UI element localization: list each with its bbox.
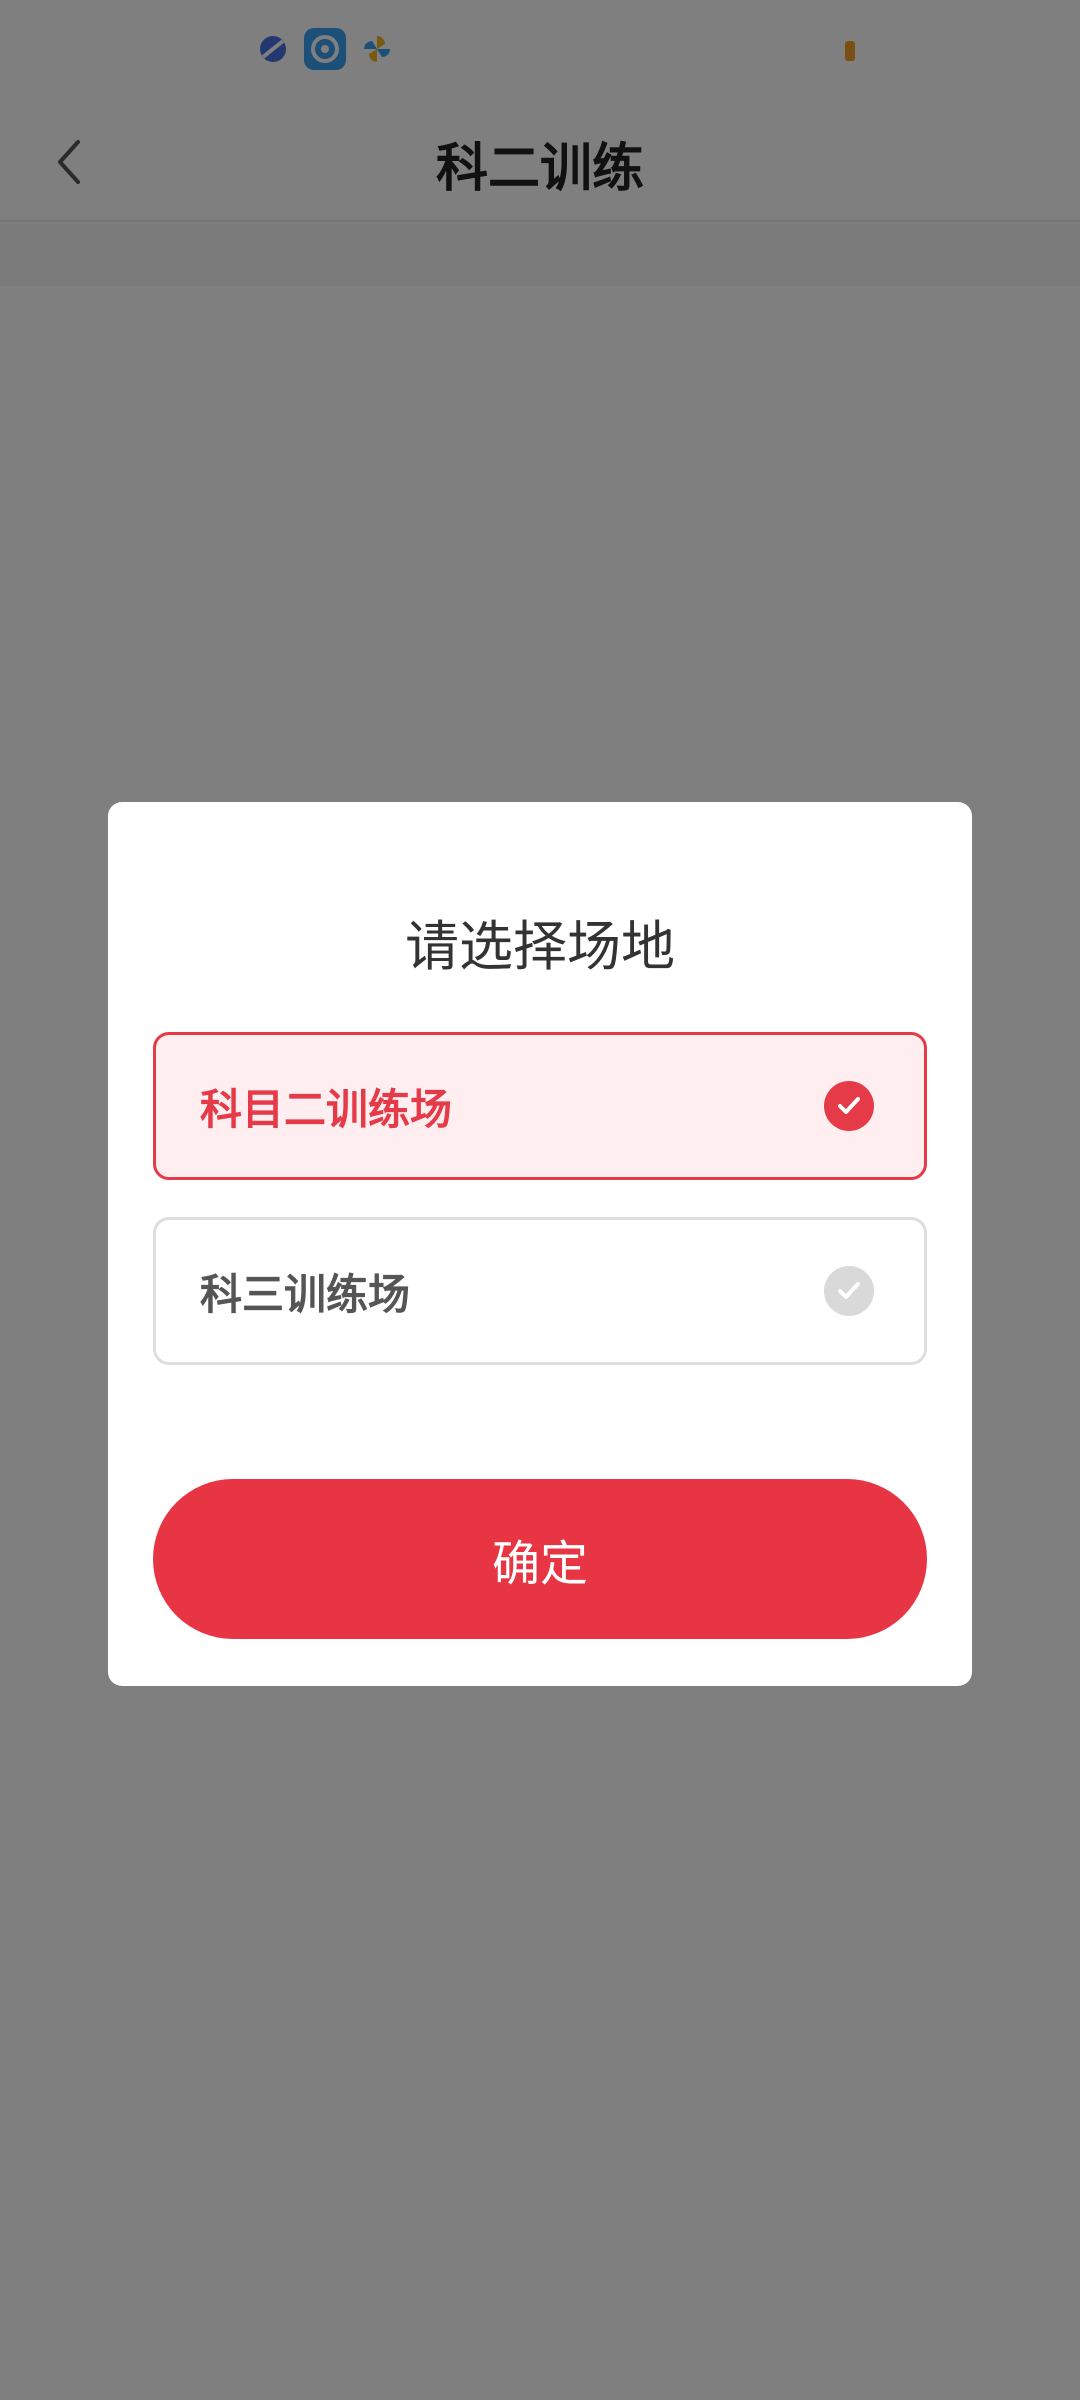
check-circle-icon <box>824 1266 874 1316</box>
dialog-title: 请选择场地 <box>405 915 675 978</box>
venue-select-dialog: 请选择场地 科目二训练场 科三训练场 确定 <box>108 802 972 1686</box>
option-label: 科三训练场 <box>200 1269 411 1319</box>
option-label: 科目二训练场 <box>200 1084 453 1134</box>
check-circle-icon <box>824 1081 874 1131</box>
option-subject-three-field[interactable]: 科三训练场 <box>153 1217 927 1365</box>
confirm-button[interactable]: 确定 <box>153 1479 927 1639</box>
option-subject-two-field[interactable]: 科目二训练场 <box>153 1032 927 1180</box>
